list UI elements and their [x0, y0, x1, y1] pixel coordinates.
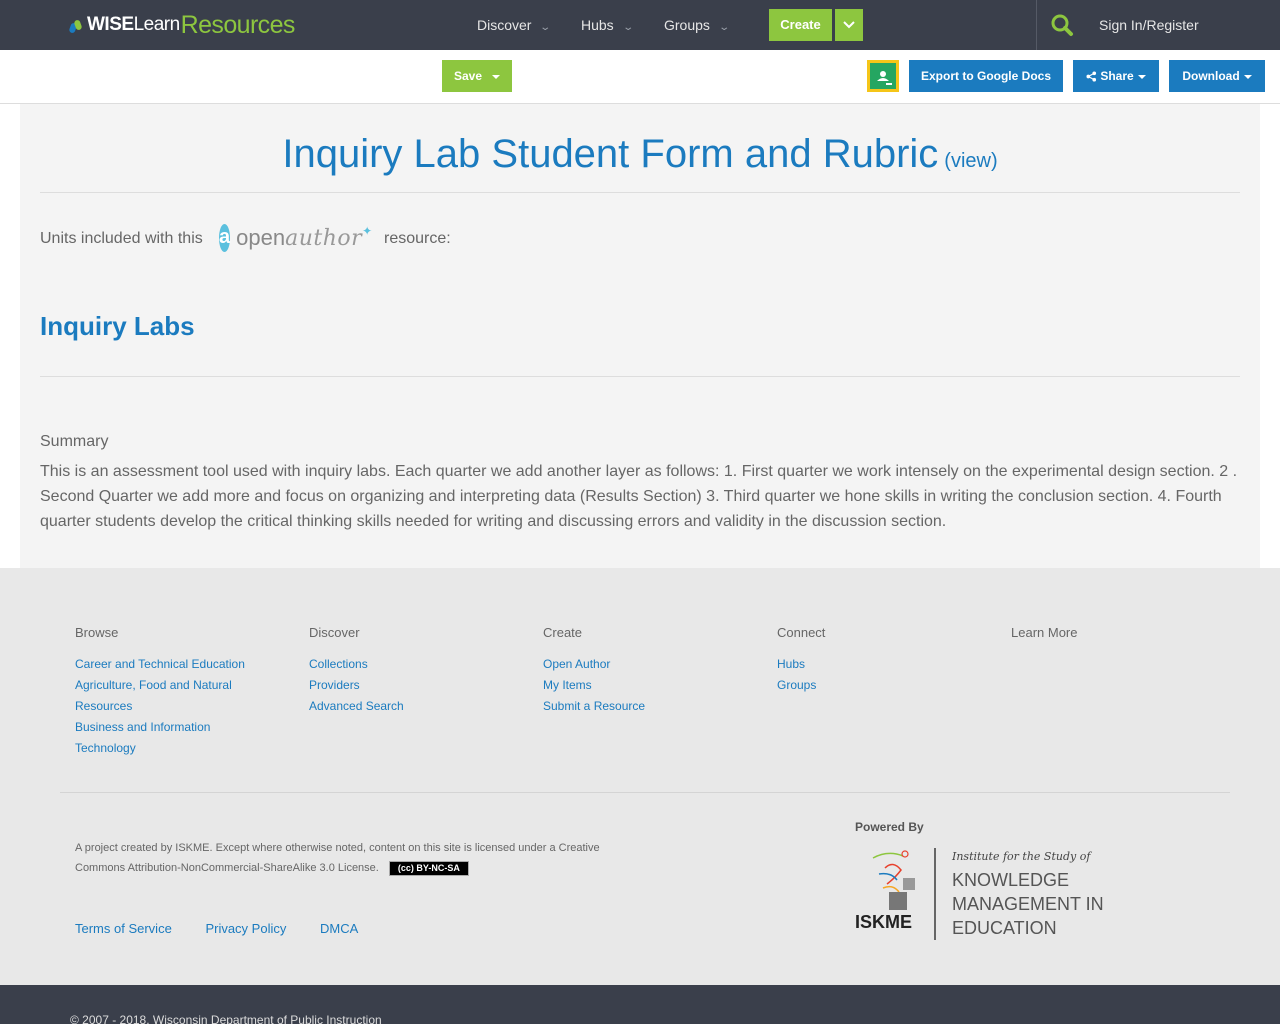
nav-hubs-label: Hubs: [581, 17, 614, 33]
logo-learn: Learn: [133, 14, 181, 35]
iskme-figure-icon: [872, 850, 909, 893]
openauthor-logo: a open author ✦: [219, 222, 373, 254]
units-suffix: resource:: [384, 230, 451, 247]
footer-col-browse: Browse Career and Technical Education Ag…: [75, 625, 255, 759]
share-label: Share: [1100, 69, 1134, 83]
footer-heading: Discover: [309, 625, 360, 640]
powered-by-label: Powered By: [855, 820, 924, 834]
share-icon: [1086, 71, 1097, 82]
footer-heading: Connect: [777, 625, 826, 640]
save-label: Save: [453, 69, 483, 83]
footer-heading: Create: [543, 625, 583, 640]
privacy-link[interactable]: Privacy Policy: [205, 921, 286, 936]
export-google-docs-button[interactable]: Export to Google Docs: [909, 60, 1063, 92]
bottom-bar: © 2007 - 2018, Wisconsin Department of P…: [0, 985, 1280, 1024]
iskme-line: EDUCATION: [952, 918, 1057, 938]
footer-link[interactable]: Providers: [309, 675, 489, 696]
terms-link[interactable]: Terms of Service: [75, 921, 172, 936]
signin-link[interactable]: Sign In/Register: [1099, 0, 1199, 50]
unit-title-link[interactable]: Inquiry Labs: [40, 311, 195, 342]
divider: [40, 376, 1240, 377]
footer-divider: [60, 792, 1230, 793]
nav-groups[interactable]: Groups ⌄: [664, 0, 730, 50]
copyright-text: © 2007 - 2018, Wisconsin Department of P…: [70, 1013, 382, 1024]
save-button[interactable]: Save: [442, 60, 512, 92]
openauthor-author: author: [285, 225, 363, 251]
footer-link[interactable]: Career and Technical Education: [75, 654, 255, 675]
logo-wise: WISE: [87, 14, 134, 35]
iskme-logo[interactable]: ISKME Institute for the Study of KNOWLED…: [855, 848, 1115, 940]
sparkle-icon: ✦: [362, 224, 373, 238]
resource-toolbar: Save Export to Google Docs Share Downloa…: [0, 50, 1280, 104]
logo-resources: Resources: [180, 10, 296, 39]
share-button[interactable]: Share: [1073, 60, 1159, 92]
footer-link[interactable]: Open Author: [543, 654, 723, 675]
footer-link[interactable]: Collections: [309, 654, 489, 675]
footer-link[interactable]: Groups: [777, 675, 957, 696]
cc-license-badge[interactable]: (cc) BY-NC-SA: [388, 860, 469, 876]
footer-heading: Browse: [75, 625, 119, 640]
openauthor-open: open: [236, 225, 286, 250]
nav-hubs[interactable]: Hubs ⌄: [581, 0, 634, 50]
caret-down-icon: [492, 74, 501, 79]
create-button[interactable]: Create: [769, 9, 832, 41]
license-text: A project created by ISKME. Except where…: [75, 842, 600, 874]
logo-mark-icon: [68, 19, 86, 36]
footer-col-create: Create Open Author My Items Submit a Res…: [543, 625, 723, 717]
caret-down-icon: [1243, 74, 1252, 79]
caret-down-icon: [1137, 74, 1146, 79]
iskme-line: MANAGEMENT IN: [952, 894, 1104, 914]
create-dropdown-button[interactable]: [835, 9, 863, 41]
footer-col-connect: Connect Hubs Groups: [777, 625, 957, 696]
footer-col-learn-more: Learn More: [1011, 625, 1191, 654]
summary-label: Summary: [40, 433, 109, 450]
iskme-name: KNOWLEDGE MANAGEMENT IN EDUCATION: [952, 868, 1104, 940]
resource-title: Inquiry Lab Student Form and Rubric: [282, 132, 939, 176]
nav-groups-label: Groups: [664, 17, 710, 33]
view-link[interactable]: (view): [944, 150, 997, 172]
logo-square: [889, 892, 907, 910]
footer-link[interactable]: Advanced Search: [309, 696, 489, 717]
top-navbar: WISE Learn Resources Discover ⌄ Hubs ⌄ Gro…: [0, 0, 1280, 50]
nav-discover-label: Discover: [477, 17, 532, 33]
chevron-down-icon: ⌄: [718, 22, 730, 33]
footer-link[interactable]: Agriculture, Food and Natural Resources: [75, 675, 255, 717]
nav-divider: [1036, 0, 1037, 50]
footer-link[interactable]: My Items: [543, 675, 723, 696]
footer-link[interactable]: Business and Information Technology: [75, 717, 255, 759]
google-classroom-icon[interactable]: [867, 60, 899, 92]
nav-discover[interactable]: Discover ⌄: [477, 0, 552, 50]
logo-square: [903, 878, 915, 890]
openauthor-logo-icon: a: [219, 224, 231, 252]
license-notice: A project created by ISKME. Except where…: [75, 838, 615, 878]
summary-text: This is an assessment tool used with inq…: [40, 463, 1238, 530]
units-label: Units included with this: [40, 230, 203, 247]
footer-col-discover: Discover Collections Providers Advanced …: [309, 625, 489, 717]
chevron-down-icon: ⌄: [622, 22, 634, 33]
footer-link[interactable]: Hubs: [777, 654, 957, 675]
footer-heading: Learn More: [1011, 625, 1078, 640]
page-title: Inquiry Lab Student Form and Rubric (view…: [20, 132, 1260, 177]
logo-divider: [934, 848, 936, 940]
footer: Browse Career and Technical Education Ag…: [0, 568, 1280, 985]
footer-link[interactable]: Submit a Resource: [543, 696, 723, 717]
divider: [40, 192, 1240, 193]
iskme-institute: Institute for the Study of: [952, 850, 1091, 863]
dmca-link[interactable]: DMCA: [320, 921, 358, 936]
search-icon[interactable]: [1050, 13, 1074, 37]
iskme-line: KNOWLEDGE: [952, 870, 1070, 890]
chevron-down-icon: ⌄: [539, 22, 552, 33]
site-logo[interactable]: WISE Learn Resources: [68, 10, 296, 39]
iskme-wordmark: ISKME: [855, 912, 913, 932]
resource-main: Inquiry Lab Student Form and Rubric (view…: [20, 104, 1260, 568]
download-button[interactable]: Download: [1169, 60, 1265, 92]
chevron-down-icon: [843, 21, 855, 29]
footer-legal-links: Terms of Service Privacy Policy DMCA: [75, 921, 388, 936]
download-label: Download: [1182, 69, 1240, 83]
